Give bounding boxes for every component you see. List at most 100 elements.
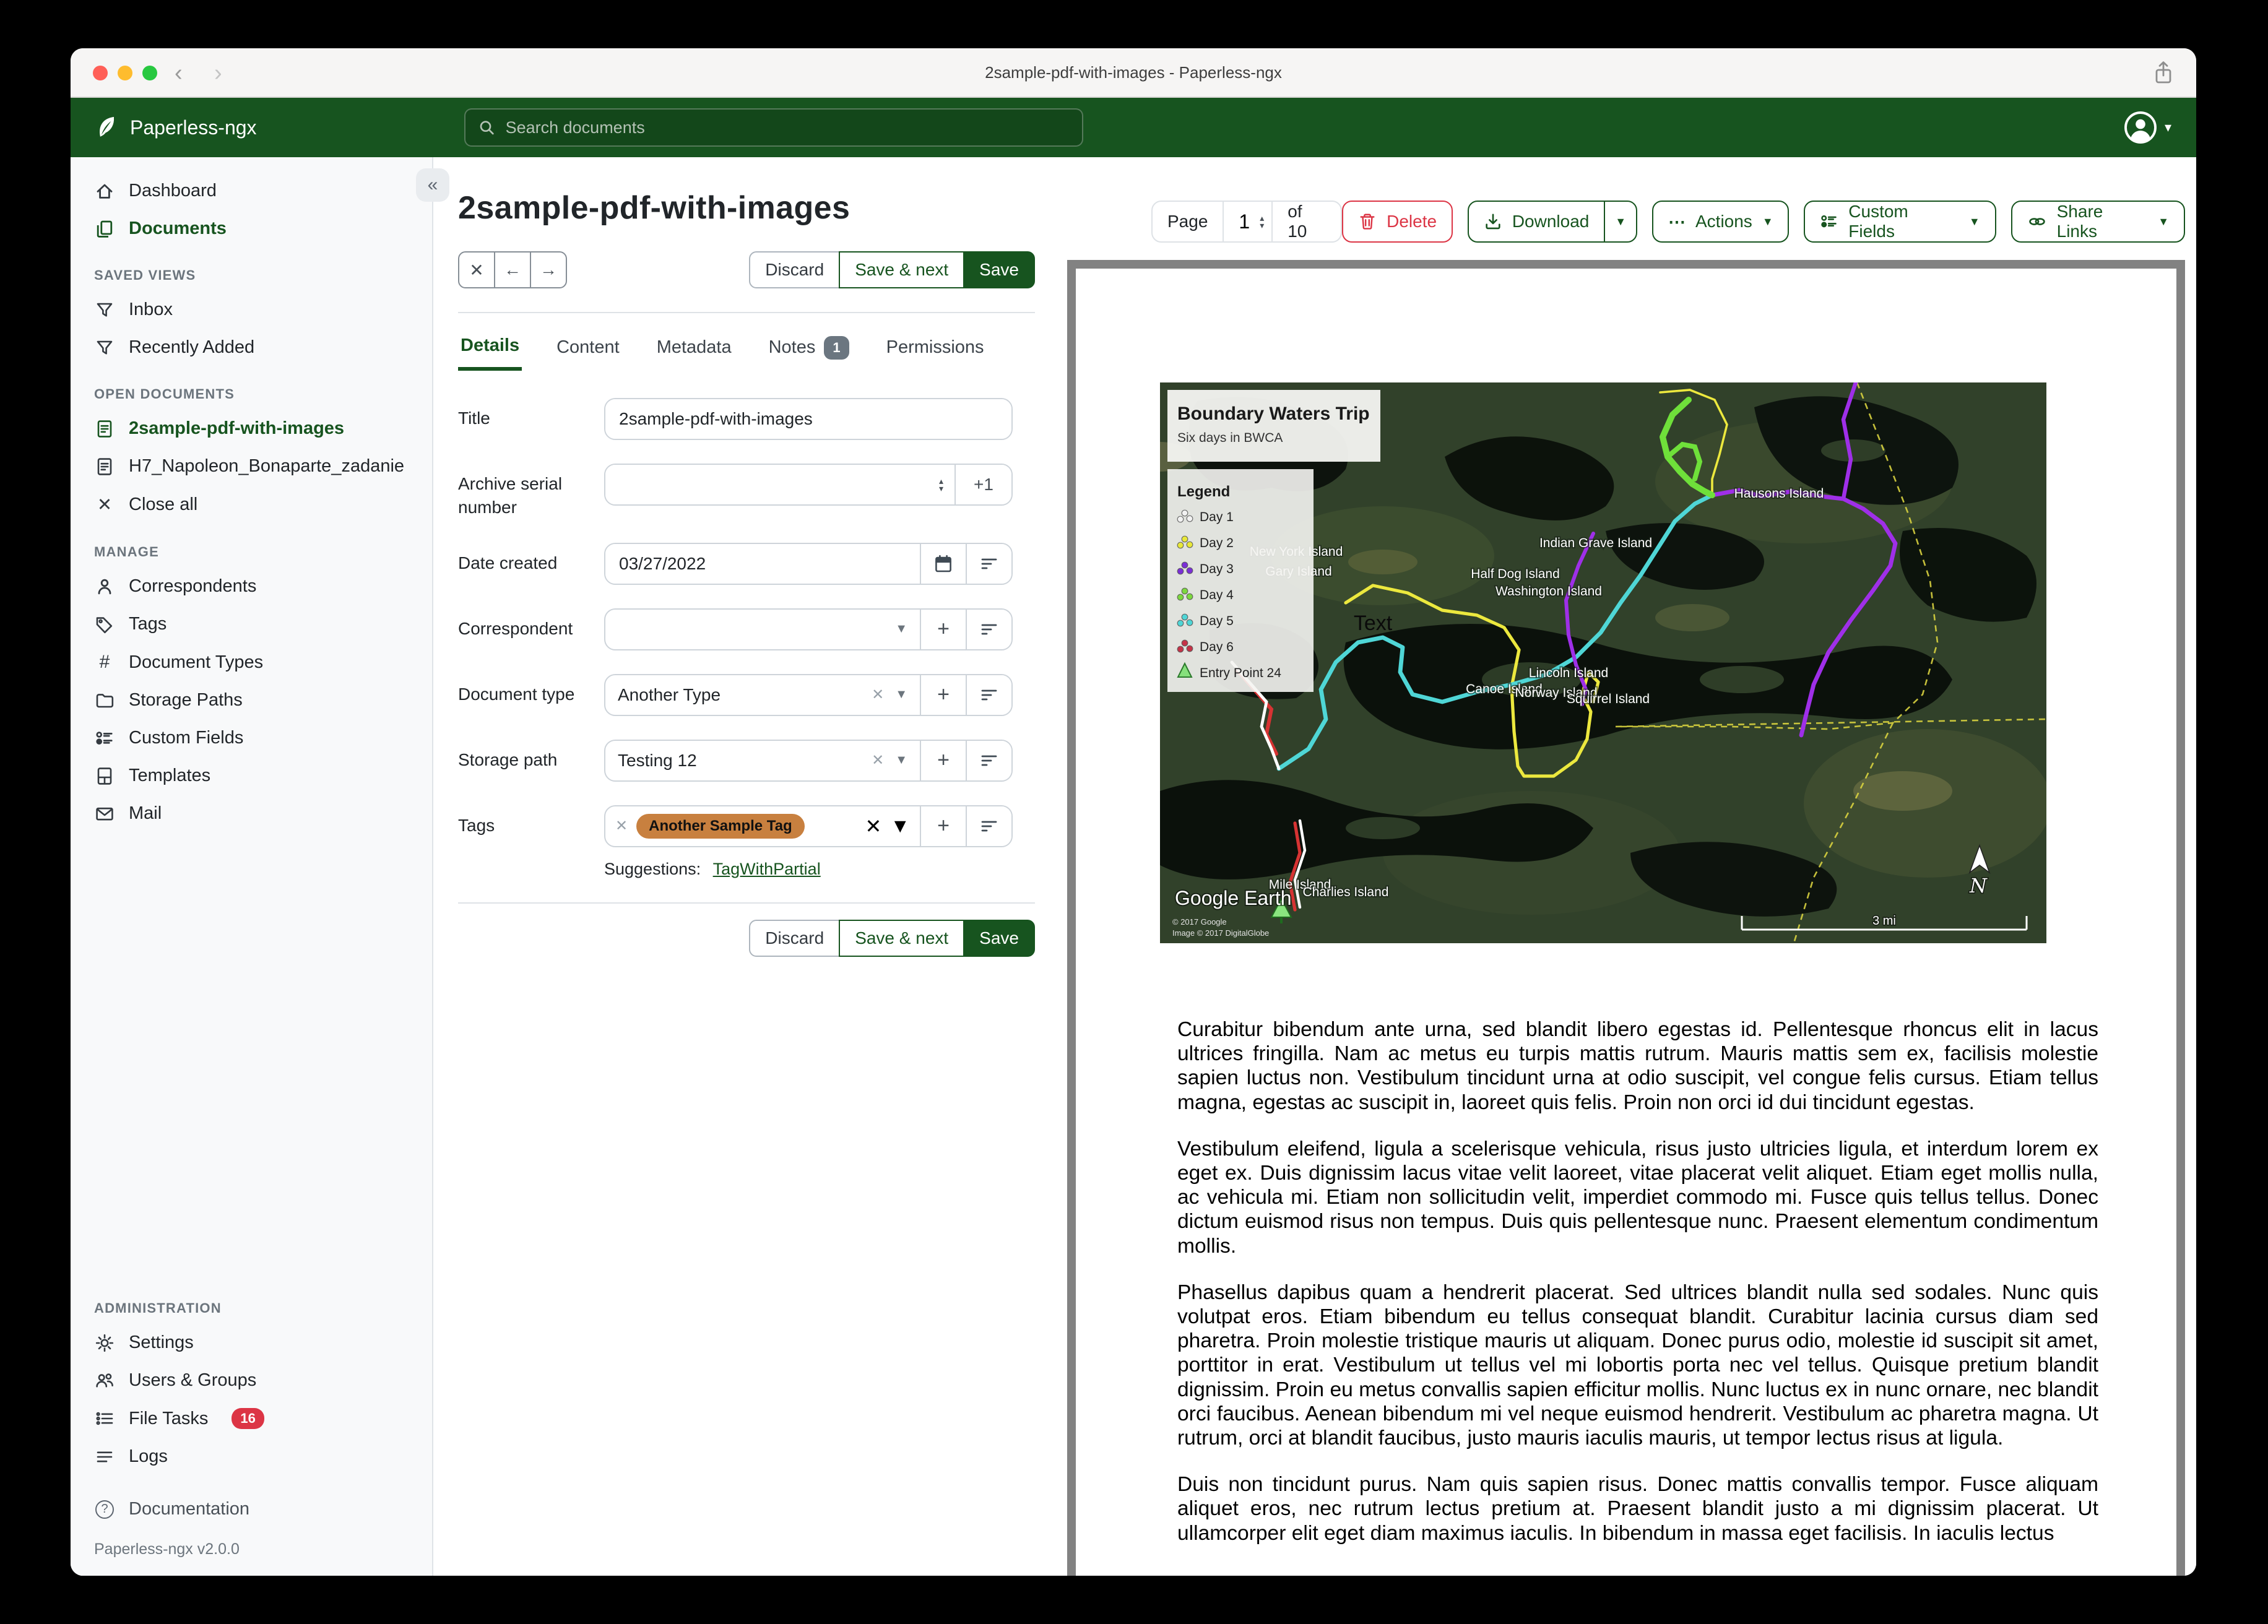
- save-button[interactable]: Save: [963, 251, 1035, 288]
- calendar-button[interactable]: [920, 543, 966, 584]
- tab-metadata[interactable]: Metadata: [654, 328, 734, 371]
- date-suggestions-button[interactable]: [966, 543, 1011, 584]
- sidebar-item-label: Mail: [129, 803, 162, 823]
- sidebar-item-correspondents[interactable]: Correspondents: [71, 568, 432, 605]
- add-tag-button[interactable]: +: [920, 806, 966, 846]
- link-icon: [2028, 218, 2045, 225]
- sidebar-item-storage-paths[interactable]: Storage Paths: [71, 681, 432, 719]
- tag-icon: [94, 615, 115, 634]
- sidebar-item-recently-added[interactable]: Recently Added: [71, 329, 432, 366]
- traffic-lights: [93, 66, 157, 80]
- sidebar-item-settings[interactable]: Settings: [71, 1324, 432, 1362]
- browser-back-button[interactable]: ‹: [175, 48, 183, 98]
- asn-field[interactable]: [605, 465, 939, 504]
- remove-tag-icon[interactable]: ✕: [615, 817, 628, 835]
- document-nav-group: ✕ ← →: [458, 251, 567, 288]
- sidebar-item-open-doc-1[interactable]: 2sample-pdf-with-images: [71, 410, 432, 447]
- discard-button[interactable]: Discard: [749, 919, 841, 957]
- number-stepper[interactable]: ▴ ▾: [939, 465, 954, 504]
- sidebar-item-tags[interactable]: Tags: [71, 605, 432, 643]
- add-storage-path-button[interactable]: +: [920, 740, 966, 780]
- share-icon[interactable]: [2153, 61, 2174, 85]
- sidebar-item-mail[interactable]: Mail: [71, 795, 432, 832]
- share-links-label: Share Links: [2056, 202, 2103, 241]
- page-title: 2sample-pdf-with-images: [458, 190, 850, 226]
- download-dropdown-toggle[interactable]: ▼: [1604, 202, 1636, 241]
- tab-details[interactable]: Details: [458, 328, 522, 371]
- storage-path-suggestions-button[interactable]: [966, 740, 1011, 780]
- sidebar-item-documentation[interactable]: ? Documentation: [71, 1490, 432, 1528]
- add-document-type-button[interactable]: +: [920, 675, 966, 715]
- document-type-suggestions-button[interactable]: [966, 675, 1011, 715]
- custom-fields-button[interactable]: Custom Fields ▼: [1804, 201, 1996, 243]
- sidebar-item-custom-fields[interactable]: Custom Fields: [71, 719, 432, 757]
- document-body-text: Curabitur bibendum ante urna, sed blandi…: [1177, 1017, 2098, 1545]
- close-window-button[interactable]: [93, 66, 108, 80]
- sidebar-item-templates[interactable]: Templates: [71, 757, 432, 795]
- app-brand-label: Paperless-ngx: [130, 116, 257, 139]
- compass-label: N: [1969, 874, 1988, 897]
- sidebar-collapse-button[interactable]: «: [416, 168, 449, 202]
- asn-plus-one-button[interactable]: +1: [954, 465, 1011, 504]
- minimize-window-button[interactable]: [118, 66, 132, 80]
- app-brand[interactable]: Paperless-ngx: [94, 115, 257, 140]
- sidebar-item-inbox[interactable]: Inbox: [71, 291, 432, 329]
- clear-icon[interactable]: ✕: [872, 686, 884, 704]
- sidebar-item-dashboard[interactable]: Dashboard: [71, 172, 432, 210]
- sidebar-item-users-groups[interactable]: Users & Groups: [71, 1362, 432, 1399]
- google-earth-logo: Google Earth: [1175, 887, 1292, 909]
- sidebar-item-documents[interactable]: Documents: [71, 210, 432, 248]
- delete-button[interactable]: Delete: [1342, 201, 1453, 243]
- sidebar-item-close-all[interactable]: ✕ Close all: [71, 485, 432, 524]
- discard-button[interactable]: Discard: [749, 251, 841, 288]
- document-type-select[interactable]: Another Type ✕ ▼: [605, 675, 920, 715]
- sidebar-item-document-types[interactable]: # Document Types: [71, 643, 432, 681]
- page-navigation: Page 1 ▴ ▾ of 10: [1151, 201, 1343, 243]
- sidebar-item-open-doc-2[interactable]: H7_Napoleon_Bonaparte_zadanie: [71, 447, 432, 485]
- storage-path-select[interactable]: Testing 12 ✕ ▼: [605, 741, 920, 780]
- search-input[interactable]: [505, 118, 1070, 137]
- sidebar-item-logs[interactable]: Logs: [71, 1438, 432, 1475]
- previous-document-button[interactable]: ←: [494, 251, 531, 288]
- close-document-button[interactable]: ✕: [458, 251, 495, 288]
- save-button[interactable]: Save: [963, 919, 1035, 957]
- map-title-box: Boundary Waters Trip Six days in BWCA: [1167, 390, 1380, 462]
- save-next-button[interactable]: Save & next: [839, 251, 965, 288]
- tab-content[interactable]: Content: [554, 328, 622, 371]
- browser-forward-button[interactable]: ›: [214, 48, 222, 98]
- suggestion-link[interactable]: TagWithPartial: [713, 860, 821, 878]
- next-document-button[interactable]: →: [530, 251, 567, 288]
- zoom-window-button[interactable]: [142, 66, 157, 80]
- download-button[interactable]: Download ▼: [1467, 201, 1637, 243]
- correspondent-suggestions-button[interactable]: [966, 609, 1011, 649]
- mail-icon: [94, 804, 115, 824]
- clear-icon[interactable]: ✕: [872, 751, 884, 769]
- sidebar-item-file-tasks[interactable]: File Tasks 16: [71, 1399, 432, 1438]
- correspondent-select[interactable]: ▼: [605, 610, 920, 649]
- tab-permissions[interactable]: Permissions: [884, 328, 987, 371]
- user-menu[interactable]: ▾: [2124, 111, 2171, 144]
- tab-label: Notes: [768, 337, 816, 357]
- clear-icon[interactable]: ✕: [865, 814, 882, 838]
- document-type-label: Document type: [458, 684, 575, 704]
- page-stepper[interactable]: ▴ ▾: [1260, 214, 1264, 230]
- add-correspondent-button[interactable]: +: [920, 609, 966, 649]
- sidebar-item-label: File Tasks: [129, 1408, 209, 1428]
- actions-button[interactable]: ⋯ Actions ▼: [1651, 201, 1790, 243]
- tag-suggestions-button[interactable]: [966, 806, 1011, 846]
- sidebar-section-administration: ADMINISTRATION: [94, 1300, 222, 1316]
- sidebar-item-label: Inbox: [129, 300, 173, 319]
- tags-select[interactable]: ✕ Another Sample Tag ✕ ▼: [605, 806, 920, 846]
- tab-notes[interactable]: Notes 1: [766, 328, 852, 371]
- template-icon: [94, 766, 115, 786]
- scale-label: 3 mi: [1872, 914, 1896, 928]
- tag-chip[interactable]: Another Sample Tag: [636, 813, 805, 839]
- page-number-input[interactable]: 1: [1239, 210, 1250, 233]
- title-field[interactable]: [605, 399, 1011, 439]
- share-links-button[interactable]: Share Links ▼: [2010, 201, 2186, 243]
- date-created-field[interactable]: [605, 543, 920, 584]
- chevron-down-icon: ▼: [895, 688, 907, 702]
- save-next-button[interactable]: Save & next: [839, 919, 965, 957]
- pdf-preview[interactable]: New York IslandGary IslandHalf Dog Islan…: [1067, 260, 2185, 1576]
- svg-text:Entry Point 24: Entry Point 24: [1200, 666, 1281, 680]
